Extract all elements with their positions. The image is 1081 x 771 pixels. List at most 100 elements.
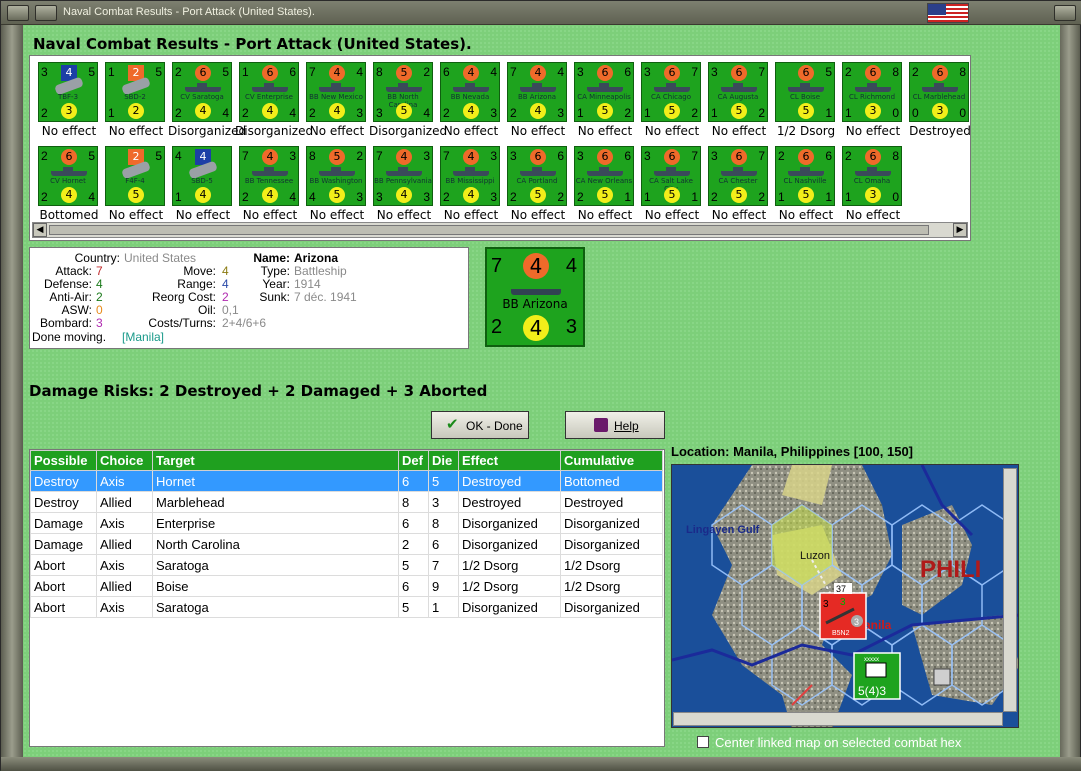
table-cell: 1/2 Dsorg bbox=[560, 554, 663, 576]
column-header[interactable]: Effect bbox=[458, 450, 561, 471]
unit-counter[interactable]: 852BB North Carolina354 Disorganized bbox=[369, 62, 447, 144]
unit-counter[interactable]: 2 6 8 CL Marblehead 0 3 0 Destroyed bbox=[905, 62, 971, 144]
unit-counter[interactable]: 3 4 5 TBF-3 2 3 No effect bbox=[34, 62, 100, 144]
unit-effect: No effect bbox=[242, 208, 298, 222]
unit-bottom-right: 2 bbox=[557, 190, 564, 204]
unit-bottom-left: 4 bbox=[309, 190, 316, 204]
column-header[interactable]: Target bbox=[152, 450, 399, 471]
column-header[interactable]: Possible bbox=[30, 450, 97, 471]
unit-counter[interactable]: 2 6 8 CL Omaha 1 3 0 No effect bbox=[838, 146, 904, 228]
counter-bl-value: 2 bbox=[491, 316, 503, 338]
unit-counter[interactable]: 2 6 6 CL Nashville 1 5 1 No effect bbox=[771, 146, 837, 228]
map-horizontal-scrollbar[interactable] bbox=[673, 712, 1003, 726]
unit-attack: 2 bbox=[912, 65, 919, 79]
unit-defense: 3 bbox=[932, 103, 948, 119]
unit-counter[interactable]: 1 2 5 SBD-2 1 2 No effect bbox=[101, 62, 167, 144]
table-cell: Damage bbox=[30, 512, 97, 534]
bombard-value: 3 bbox=[96, 316, 103, 330]
unit-counter[interactable]: 1 6 6 CV Enterprise 2 4 4 Disorganized bbox=[235, 62, 313, 144]
unit-counter[interactable]: 3 6 7 CA Augusta 1 5 2 No effect bbox=[704, 62, 770, 144]
unit-counter[interactable]: 4 4 SBD-5 1 4 No effect bbox=[168, 146, 234, 228]
unit-counter[interactable]: 2 5 F4F-4 5 No effect bbox=[101, 146, 167, 228]
table-cell: Axis bbox=[96, 470, 153, 492]
unit-top-value: 4 bbox=[463, 65, 479, 81]
table-row[interactable]: Destroy Axis Hornet 6 5 Destroyed Bottomed bbox=[30, 470, 663, 492]
unit-defense: 5 bbox=[396, 103, 412, 119]
table-cell: Allied bbox=[96, 491, 153, 513]
unit-defense: 5 bbox=[530, 187, 546, 203]
scrollbar-thumb[interactable] bbox=[49, 225, 929, 235]
unit-counter[interactable]: 3 6 6 CA New Orleans 2 5 1 No effect bbox=[570, 146, 636, 228]
unit-counter[interactable]: 2 6 5 CV Hornet 2 4 4 Bottomed bbox=[34, 146, 100, 228]
minimize-button[interactable] bbox=[35, 5, 57, 21]
enemy-air-unit-counter[interactable]: 3 3 3 B5N2 bbox=[819, 592, 867, 640]
unit-move: 3 bbox=[490, 149, 497, 163]
unit-move: 4 bbox=[557, 65, 564, 79]
unit-defense: 5 bbox=[128, 187, 144, 203]
scroll-left-icon[interactable]: ◀ bbox=[33, 223, 47, 237]
column-header[interactable]: Cumulative bbox=[560, 450, 663, 471]
unit-counter[interactable]: 6 4 4 BB Nevada 2 4 3 No effect bbox=[436, 62, 502, 144]
unit-counter[interactable]: 6 5 CL Boise 5 1 1/2 Dsorg bbox=[771, 62, 837, 144]
unit-counter[interactable]: 7 4 3 BB Tennessee 2 4 4 No effect bbox=[235, 146, 301, 228]
ship-icon bbox=[855, 83, 891, 92]
table-row[interactable]: Damage Axis Enterprise 6 8 Disorganized Disorg… bbox=[30, 512, 663, 534]
close-button[interactable] bbox=[1054, 5, 1076, 21]
unit-counter[interactable]: 3 6 6 CA Minneapolis 1 5 2 No effect bbox=[570, 62, 636, 144]
unit-counter[interactable]: 8 5 2 BB Washington 4 5 3 No effect bbox=[302, 146, 368, 228]
unit-name: SBD-5 bbox=[191, 177, 213, 185]
unit-counter[interactable]: 7 4 4 BB New Mexico 2 4 3 No effect bbox=[302, 62, 368, 144]
unit-counter[interactable]: 367CA Salt Lake City151 No effect bbox=[637, 146, 703, 228]
table-cell: Enterprise bbox=[152, 512, 399, 534]
ship-icon bbox=[520, 167, 556, 176]
table-row[interactable]: Abort Allied Boise 6 9 1/2 Dsorg 1/2 Dsorg bbox=[30, 575, 663, 597]
table-row[interactable]: Abort Axis Saratoga 5 1 Disorganized Disorgani… bbox=[30, 596, 663, 618]
help-button[interactable]: Help bbox=[565, 411, 665, 439]
unit-defense: 4 bbox=[195, 103, 211, 119]
enemy-unit-tl: 3 bbox=[823, 599, 829, 610]
unit-counter[interactable]: 3 6 7 CA Chester 2 5 2 No effect bbox=[704, 146, 770, 228]
table-cell: 6 bbox=[398, 512, 429, 534]
unit-bottom-right: 3 bbox=[557, 106, 564, 120]
unit-move: 5 bbox=[222, 65, 229, 79]
table-cell: 5 bbox=[398, 554, 429, 576]
column-header[interactable]: Choice bbox=[96, 450, 153, 471]
unit-counter[interactable]: 7 4 3 BB Mississippi 2 4 3 No effect bbox=[436, 146, 502, 228]
lingayen-gulf-label: Lingayen Gulf bbox=[686, 524, 760, 536]
table-cell: Axis bbox=[96, 596, 153, 618]
unit-bottom-right: 3 bbox=[490, 106, 497, 120]
unit-counter[interactable]: 7 4 3 BB Pennsylvania 3 4 3 No effect bbox=[369, 146, 435, 228]
center-linked-map-checkbox[interactable] bbox=[697, 736, 709, 748]
unit-counter[interactable]: 2 6 8 CL Richmond 1 3 0 No effect bbox=[838, 62, 904, 144]
unit-counter-face: 367CA Salt Lake City151 bbox=[641, 146, 701, 206]
hq-envelope-icon bbox=[865, 662, 887, 678]
unit-counter[interactable]: 7 4 4 BB Arizona 2 4 3 No effect bbox=[503, 62, 569, 144]
unit-move: 7 bbox=[691, 149, 698, 163]
hq-unit-counter[interactable]: xxxxx 5(4)3 bbox=[853, 652, 901, 700]
unit-counter[interactable]: 3 6 7 CA Chicago 1 5 2 No effect bbox=[637, 62, 703, 144]
table-row[interactable]: Destroy Allied Marblehead 8 3 Destroyed Destro… bbox=[30, 491, 663, 513]
unit-bottom-left: 2 bbox=[175, 106, 182, 120]
unit-counter[interactable]: 3 6 6 CA Portland 2 5 2 No effect bbox=[503, 146, 569, 228]
column-header[interactable]: Def bbox=[398, 450, 429, 471]
system-menu-button[interactable] bbox=[7, 5, 29, 21]
unit-attack: 7 bbox=[309, 65, 316, 79]
table-row[interactable]: Abort Axis Saratoga 5 7 1/2 Dsorg 1/2 Dsorg bbox=[30, 554, 663, 576]
center-linked-map-option[interactable]: Center linked map on selected combat hex bbox=[697, 735, 961, 750]
scroll-right-icon[interactable]: ▶ bbox=[953, 223, 967, 237]
unit-name: BB Tennessee bbox=[244, 177, 294, 185]
ship-icon bbox=[788, 167, 824, 176]
column-header[interactable]: Die bbox=[428, 450, 459, 471]
units-horizontal-scrollbar[interactable]: ◀ ▶ bbox=[32, 222, 968, 238]
table-row[interactable]: Damage Allied North Carolina 2 6 Disorganized… bbox=[30, 533, 663, 555]
unit-bottom-left: 1 bbox=[644, 190, 651, 204]
map-vertical-scrollbar[interactable] bbox=[1003, 468, 1017, 712]
linked-map[interactable]: Lingayen Gulf Luzon PHILI Manila 3 3 3 B… bbox=[671, 464, 1019, 728]
unit-effect: No effect bbox=[845, 208, 901, 222]
oil-value: 0,1 bbox=[222, 303, 239, 317]
ship-icon bbox=[587, 83, 623, 92]
status-location-link[interactable]: [Manila] bbox=[122, 330, 164, 344]
ok-done-button[interactable]: ✔ OK - Done bbox=[431, 411, 529, 439]
unit-counter[interactable]: 2 6 5 CV Saratoga 2 4 4 Disorganized bbox=[168, 62, 246, 144]
unit-name: BB Pennsylvania bbox=[374, 177, 432, 185]
